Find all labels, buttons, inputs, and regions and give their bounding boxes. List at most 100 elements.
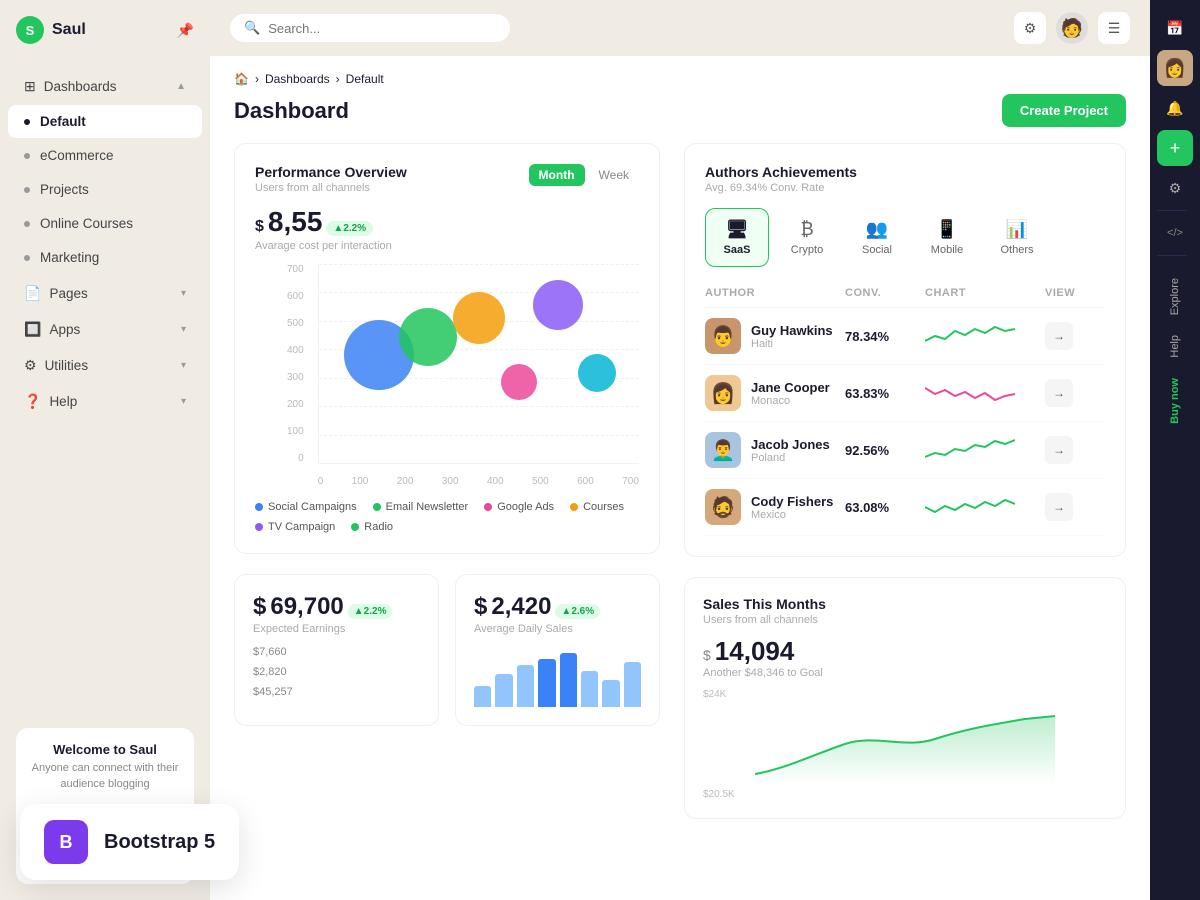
authors-subtitle: Avg. 69.34% Conv. Rate [705,182,857,194]
authors-title: Authors Achievements [705,164,857,180]
performance-card-header: Performance Overview Users from all chan… [255,164,639,194]
welcome-subtitle: Anyone can connect with their audience b… [30,761,180,792]
sales-card: Sales This Months Users from all channel… [684,577,1126,819]
toolbar-code-btn[interactable]: </> [1157,215,1193,251]
legend-dot-courses [570,503,578,511]
others-tab-icon: 📊 [1006,219,1028,240]
sidebar-item-default[interactable]: Default [8,105,202,138]
breadcrumb-dashboards[interactable]: Dashboards [265,72,330,86]
daily-sales-card: $ 2,420 ▲2.6% Average Daily Sales [455,574,660,726]
help-icon: ❓ [24,393,41,410]
sidebar-item-apps[interactable]: 🔲 Apps ▾ [8,312,202,347]
projects-dot [24,187,30,193]
sidebar-item-help[interactable]: ❓ Help ▾ [8,384,202,419]
apps-chevron: ▾ [181,324,186,335]
legend-tv: TV Campaign [255,521,335,533]
avatar-cody: 🧔 [705,489,741,525]
tab-month[interactable]: Month [529,164,585,186]
author-tab-saas[interactable]: 🖥 SaaS [705,208,769,267]
bootstrap-icon: B [44,820,88,864]
topbar-avatar-placeholder[interactable]: 🧑 [1056,12,1088,44]
avatar-jacob: 👨‍🦱 [705,432,741,468]
explore-label[interactable]: Explore [1169,270,1181,323]
search-icon: 🔍 [244,20,260,36]
legend-social: Social Campaigns [255,501,357,513]
author-tab-social[interactable]: 👥 Social [845,208,909,267]
author-tab-crypto[interactable]: ₿ Crypto [775,208,839,267]
buynow-label[interactable]: Buy now [1169,370,1181,432]
toolbar-separator-2 [1157,255,1187,256]
search-input[interactable] [268,21,496,36]
chart-jacob [925,435,1015,465]
chart-jane [925,378,1015,408]
view-btn-jane[interactable]: → [1045,379,1073,407]
h-line-100 [319,435,639,436]
breadcrumb-home-icon[interactable]: 🏠 [234,72,249,86]
view-btn-guy[interactable]: → [1045,322,1073,350]
author-tab-others[interactable]: 📊 Others [985,208,1049,267]
sidebar-item-ecommerce[interactable]: eCommerce [8,139,202,172]
sidebar-header: S Saul 📌 [0,0,210,60]
legend-dot-radio [351,523,359,531]
performance-card: Performance Overview Users from all chan… [234,143,660,554]
toolbar-user-avatar[interactable]: 👩 [1157,50,1193,86]
topbar-menu-btn[interactable]: ☰ [1098,12,1130,44]
main-area: 🔍 ⚙ 🧑 ☰ 🏠 › Dashboards › Default Dashboa… [210,0,1150,900]
author-tab-mobile[interactable]: 📱 Mobile [915,208,979,267]
toolbar-add-btn[interactable]: + [1157,130,1193,166]
default-dot [24,119,30,125]
sidebar-item-dashboards[interactable]: ⊞ Dashboards ▲ [8,69,202,104]
author-row-guy: 👨 Guy Hawkins Haiti 78.34% → [705,308,1105,365]
tab-week[interactable]: Week [589,164,639,186]
online-courses-dot [24,221,30,227]
toolbar-settings-btn[interactable]: ⚙ [1157,170,1193,206]
page-title: Dashboard [234,98,349,124]
social-tab-icon: 👥 [866,219,888,240]
saas-tab-icon: 🖥 [726,219,749,240]
mobile-tab-icon: 📱 [936,219,958,240]
bootstrap-label: Bootstrap 5 [104,831,215,854]
earnings-label: Expected Earnings [253,623,420,635]
help-chevron: ▾ [181,396,186,407]
legend-dot-social [255,503,263,511]
bubble-tv [533,280,583,330]
authors-table-header: AUTHOR CONV. CHART VIEW [705,283,1105,308]
sidebar-item-pages[interactable]: 📄 Pages ▾ [8,276,202,311]
view-btn-cody[interactable]: → [1045,493,1073,521]
expected-earnings-card: $ 69,700 ▲2.2% Expected Earnings $7,660 … [234,574,439,726]
help-label[interactable]: Help [1169,327,1181,366]
breadcrumb-default[interactable]: Default [346,72,384,86]
sales-label: Average Daily Sales [474,623,641,635]
performance-title: Performance Overview [255,164,407,180]
toolbar-calendar-btn[interactable]: 📅 [1157,10,1193,46]
sidebar-bottom: Welcome to Saul Anyone can connect with … [0,712,210,900]
right-panel: Authors Achievements Avg. 69.34% Conv. R… [680,143,1126,819]
toolbar-notification-btn[interactable]: 🔔 [1157,90,1193,126]
create-project-button[interactable]: Create Project [1002,94,1126,127]
marketing-dot [24,255,30,261]
search-box[interactable]: 🔍 [230,14,510,42]
sales-goal: Another $48,346 to Goal [703,667,1107,679]
authors-tabs: 🖥 SaaS ₿ Crypto 👥 Social 📱 [705,208,1105,267]
bar-2 [495,674,512,707]
bar-1 [474,686,491,707]
topbar-settings-btn[interactable]: ⚙ [1014,12,1046,44]
metric-badge: ▲2.2% [326,221,373,236]
author-row-jacob: 👨‍🦱 Jacob Jones Poland 92.56% → [705,422,1105,479]
pages-icon: 📄 [24,285,41,302]
sidebar-item-projects[interactable]: Projects [8,173,202,206]
daily-sales-value: $ 2,420 ▲2.6% [474,593,641,621]
right-toolbar: 📅 👩 🔔 + ⚙ </> Explore Help Buy now [1150,0,1200,900]
sidebar-nav: ⊞ Dashboards ▲ Default eCommerce [0,60,210,712]
sales-badge: ▲2.6% [555,604,600,619]
sidebar-item-utilities[interactable]: ⚙ Utilities ▾ [8,348,202,383]
sales-value: 14,094 [715,636,795,667]
bar-8 [624,662,641,707]
crypto-tab-icon: ₿ [800,219,813,240]
view-btn-jacob[interactable]: → [1045,436,1073,464]
pin-icon[interactable]: 📌 [177,22,194,39]
sidebar-item-marketing[interactable]: Marketing [8,241,202,274]
sidebar-item-online-courses[interactable]: Online Courses [8,207,202,240]
legend-dot-email [373,503,381,511]
apps-icon: 🔲 [24,321,41,338]
